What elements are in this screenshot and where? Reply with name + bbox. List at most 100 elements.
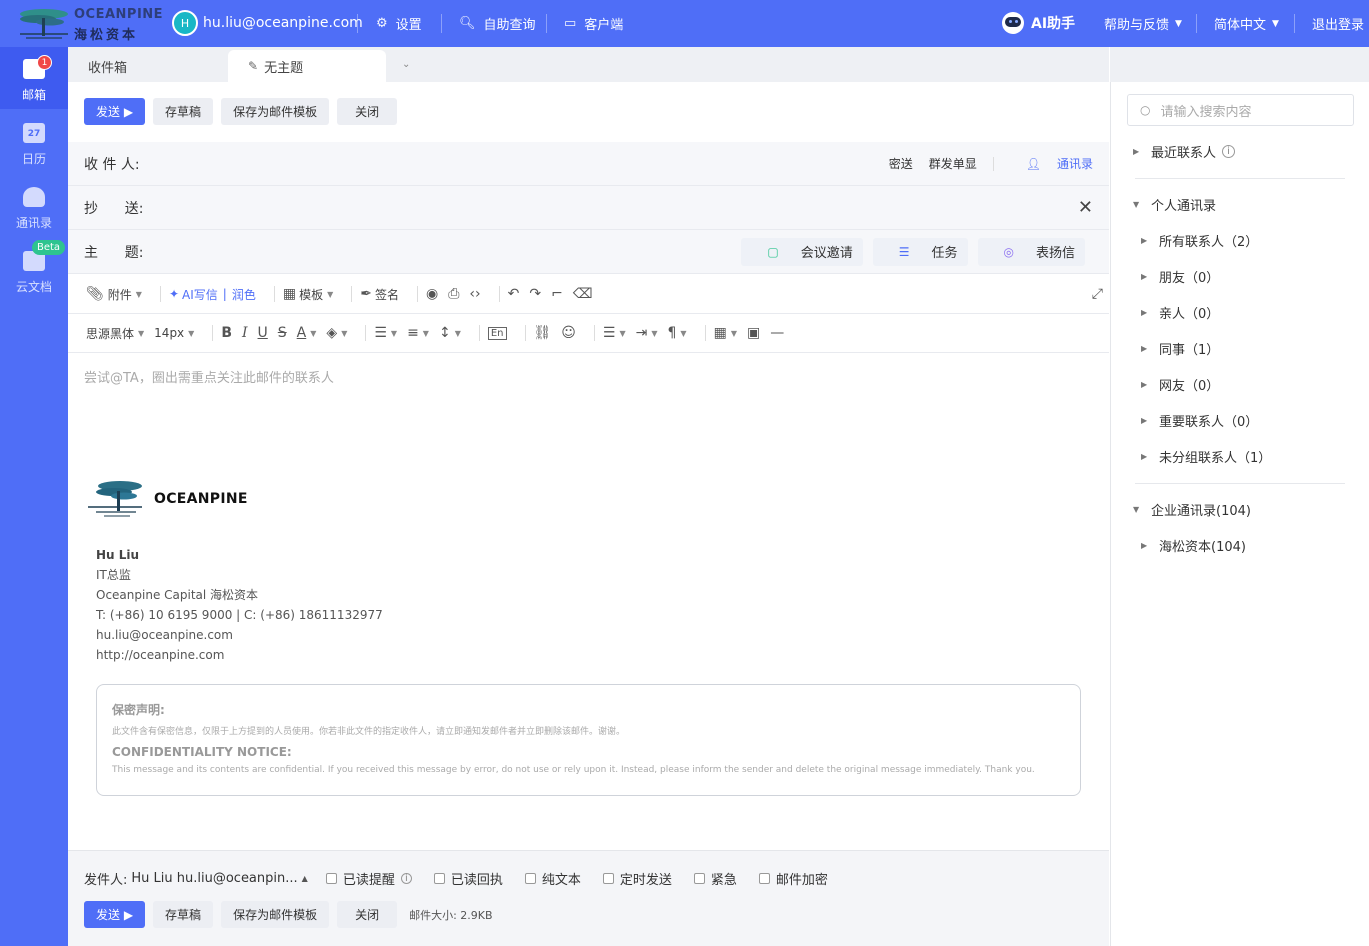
to-field-row[interactable]: 收 件 人: 密送 群发单显 👤︎ 通讯录: [68, 142, 1109, 186]
font-size-select[interactable]: 14px ▼: [154, 326, 194, 340]
tree-group-item[interactable]: ▶ 所有联系人（2）: [1141, 231, 1258, 250]
read-reminder-option[interactable]: 已读提醒 i: [325, 869, 412, 888]
close-icon[interactable]: ✕: [1078, 197, 1093, 218]
save-template-button[interactable]: 保存为邮件模板: [221, 98, 330, 125]
logout-button[interactable]: 退出登录: [1312, 0, 1364, 47]
highlight-button[interactable]: ◈ ▼: [326, 325, 347, 341]
tree-recent-contacts[interactable]: ▶ 最近联系人 i: [1133, 142, 1236, 161]
font-color-button[interactable]: A ▼: [297, 325, 317, 341]
emoji-icon[interactable]: ☺: [561, 325, 576, 341]
send-button[interactable]: 发送 ▶: [84, 98, 146, 125]
contacts-link[interactable]: 👤︎ 通讯录: [1010, 155, 1093, 172]
sidebar-item-calendar[interactable]: 27 日历: [0, 111, 68, 173]
send-button[interactable]: 发送 ▶: [84, 901, 146, 928]
tree-personal-contacts[interactable]: ▼ 个人通讯录: [1133, 195, 1216, 214]
ai-assistant-button[interactable]: AI助手: [1002, 12, 1075, 34]
format-painter-icon[interactable]: ⌐: [551, 286, 563, 302]
redo-icon[interactable]: ↷: [529, 286, 541, 302]
nav-self-service[interactable]: 🔍︎ 自助查询: [459, 0, 536, 47]
scheduled-send-option[interactable]: 定时发送: [602, 869, 672, 888]
urgent-option[interactable]: 紧急: [693, 869, 737, 888]
indent-button[interactable]: ⇥ ▼: [636, 325, 658, 341]
task-chip[interactable]: ☰ 任务: [872, 237, 968, 266]
bcc-button[interactable]: 密送: [889, 155, 913, 172]
preview-icon[interactable]: ◉: [426, 286, 438, 302]
caret-right-icon: ▶: [1141, 452, 1148, 461]
image-icon[interactable]: ▣: [747, 325, 760, 341]
tree-group-item[interactable]: ▶ 未分组联系人（1）: [1141, 447, 1271, 466]
plain-text-option[interactable]: 纯文本: [524, 869, 581, 888]
underline-icon[interactable]: U: [258, 325, 268, 341]
code-icon[interactable]: ‹›: [469, 286, 480, 302]
bullet-list-button[interactable]: ☰ ▼: [374, 325, 397, 341]
subject-field-row[interactable]: 主 题: ▢ 会议邀请 ☰ 任务 ◎ 表扬信: [68, 230, 1109, 274]
link-icon[interactable]: ⛓: [534, 325, 552, 341]
paragraph-button[interactable]: ¶ ▼: [668, 325, 687, 341]
sidebar-item-mail[interactable]: 邮箱 1: [0, 47, 68, 109]
sidebar-item-contacts[interactable]: 通讯录: [0, 175, 68, 237]
save-draft-button[interactable]: 存草稿: [153, 98, 214, 125]
signature-name: Hu Liu: [96, 548, 140, 562]
tab-inbox[interactable]: 收件箱: [68, 50, 226, 82]
expand-icon[interactable]: ⤢: [1092, 286, 1103, 302]
signature-button[interactable]: ✒ 签名: [360, 286, 399, 303]
to-label: 收 件 人:: [84, 156, 140, 173]
editor-placeholder[interactable]: 尝试@TA，圈出需重点关注此邮件的联系人: [84, 367, 334, 386]
attach-button[interactable]: 📎︎ 附件 ▼: [86, 286, 142, 303]
close-button[interactable]: 关闭: [337, 901, 398, 928]
horizontal-rule-icon[interactable]: —: [770, 325, 784, 341]
line-height-button[interactable]: ↕ ▼: [439, 325, 461, 341]
save-draft-button[interactable]: 存草稿: [153, 901, 214, 928]
checkbox[interactable]: [758, 873, 770, 884]
single-display-button[interactable]: 群发单显: [929, 155, 977, 172]
company-logo[interactable]: OCEANPINE 海松资本: [16, 4, 163, 44]
tree-enterprise-contacts[interactable]: ▼ 企业通讯录(104): [1133, 500, 1251, 519]
eraser-icon[interactable]: ⌫: [573, 286, 593, 302]
checkbox[interactable]: [693, 873, 705, 884]
user-account[interactable]: H hu.liu@oceanpine.com: [172, 10, 363, 36]
tree-group-item[interactable]: ▶ 网友（0）: [1141, 375, 1219, 394]
undo-icon[interactable]: ↶: [508, 286, 520, 302]
nav-settings[interactable]: ⚙ 设置: [376, 0, 422, 47]
meeting-invite-chip[interactable]: ▢ 会议邀请: [741, 237, 863, 266]
tree-group-item[interactable]: ▶ 亲人（0）: [1141, 303, 1219, 322]
tree-group-item[interactable]: ▶ 同事（1）: [1141, 339, 1219, 358]
cc-field-row[interactable]: 抄 送: ✕: [68, 186, 1109, 230]
praise-letter-chip[interactable]: ◎ 表扬信: [977, 237, 1085, 266]
table-button[interactable]: ▦ ▼: [714, 325, 737, 341]
template-button[interactable]: ▦ 模板 ▼: [283, 286, 333, 303]
chevron-up-icon[interactable]: ▲: [302, 874, 308, 883]
ai-write-button[interactable]: ✦ AI写信 | 润色: [169, 286, 256, 303]
translate-icon[interactable]: En: [487, 326, 507, 340]
checkbox[interactable]: [602, 873, 614, 884]
numbered-list-button[interactable]: ≡ ▼: [407, 325, 429, 341]
checkbox[interactable]: [325, 873, 337, 884]
checkbox[interactable]: [524, 873, 536, 884]
read-receipt-option[interactable]: 已读回执: [433, 869, 503, 888]
tab-draft[interactable]: ✎ 无主题: [228, 50, 386, 82]
editor-toolbar-format: 思源黑体 ▼ 14px ▼ B I U S A ▼ ◈ ▼ ☰ ▼ ≡ ▼ ↕ ▼ En …: [68, 314, 1109, 353]
font-family-select[interactable]: 思源黑体 ▼: [86, 325, 144, 342]
tree-group-item[interactable]: ▶ 朋友（0）: [1141, 267, 1219, 286]
info-icon[interactable]: i: [400, 873, 412, 884]
strikethrough-icon[interactable]: S: [278, 325, 287, 341]
sender-select[interactable]: Hu Liu hu.liu@oceanpin...: [131, 871, 297, 886]
save-template-button[interactable]: 保存为邮件模板: [221, 901, 330, 928]
italic-icon[interactable]: I: [242, 325, 248, 341]
nav-client[interactable]: ▭ 客户端: [564, 0, 623, 47]
divider: [441, 14, 442, 33]
contact-search-input[interactable]: ○ 请输入搜索内容: [1127, 94, 1354, 126]
polish-label[interactable]: 润色: [232, 286, 256, 303]
bold-icon[interactable]: B: [221, 325, 232, 341]
encrypt-option[interactable]: 邮件加密: [758, 869, 828, 888]
close-button[interactable]: 关闭: [337, 98, 398, 125]
chevron-down-icon[interactable]: ⌄: [402, 59, 410, 70]
checkbox[interactable]: [433, 873, 445, 884]
tree-group-item[interactable]: ▶ 海松资本(104): [1141, 536, 1246, 555]
align-button[interactable]: ☰ ▼: [603, 325, 626, 341]
info-icon[interactable]: i: [1222, 145, 1236, 158]
print-icon[interactable]: ⎙: [448, 286, 459, 302]
tree-group-item[interactable]: ▶ 重要联系人（0）: [1141, 411, 1258, 430]
language-menu[interactable]: 简体中文 ▼: [1214, 0, 1279, 47]
help-feedback-menu[interactable]: 帮助与反馈 ▼: [1104, 0, 1182, 47]
